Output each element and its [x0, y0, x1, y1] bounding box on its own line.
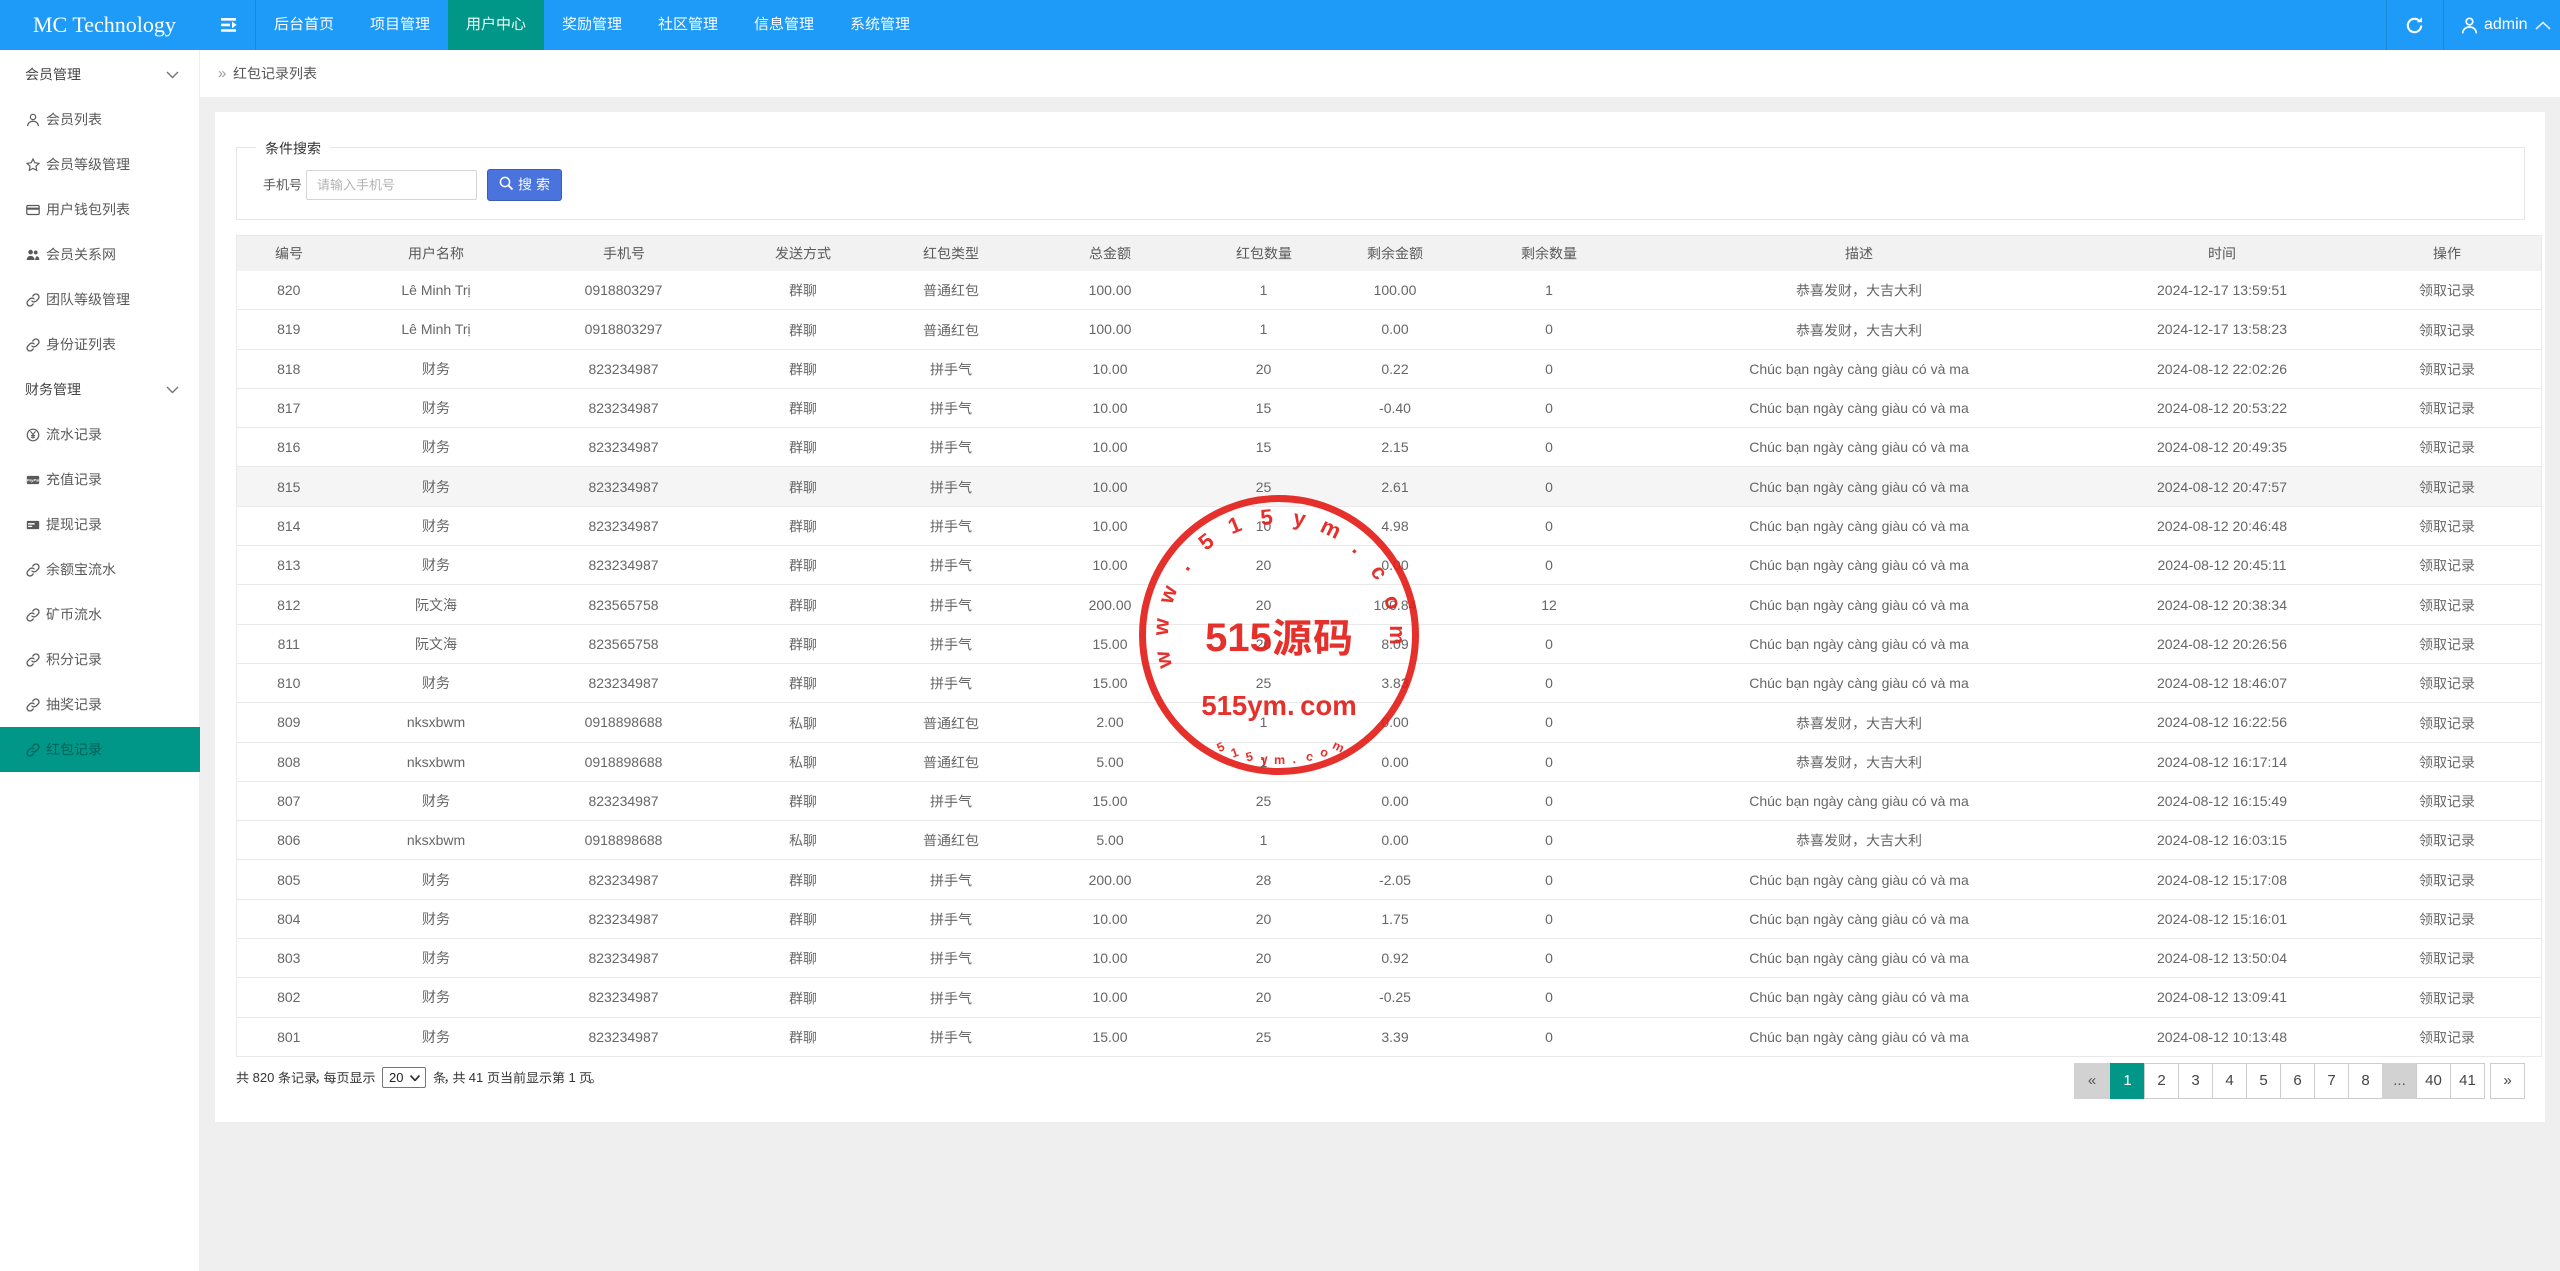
- svg-text:1: 1: [1229, 745, 1240, 761]
- svg-text:.: .: [1348, 536, 1369, 559]
- svg-text:y: y: [1260, 752, 1268, 767]
- svg-text:o: o: [1379, 592, 1407, 612]
- svg-text:c: c: [1305, 749, 1315, 764]
- svg-text:5: 5: [1244, 749, 1254, 764]
- svg-text:w: w: [1153, 581, 1183, 607]
- svg-text:m: m: [1274, 753, 1285, 767]
- svg-text:o: o: [1318, 745, 1330, 761]
- svg-text:5: 5: [1194, 528, 1219, 555]
- svg-text:PayPal: PayPal: [27, 479, 40, 483]
- svg-text:5: 5: [1259, 504, 1274, 530]
- svg-text:m: m: [1317, 513, 1346, 544]
- svg-text:.: .: [1292, 752, 1297, 766]
- svg-text:y: y: [1291, 505, 1308, 532]
- svg-text:1: 1: [1224, 511, 1245, 539]
- svg-text:.: .: [1171, 556, 1195, 576]
- svg-text:c: c: [1366, 560, 1394, 584]
